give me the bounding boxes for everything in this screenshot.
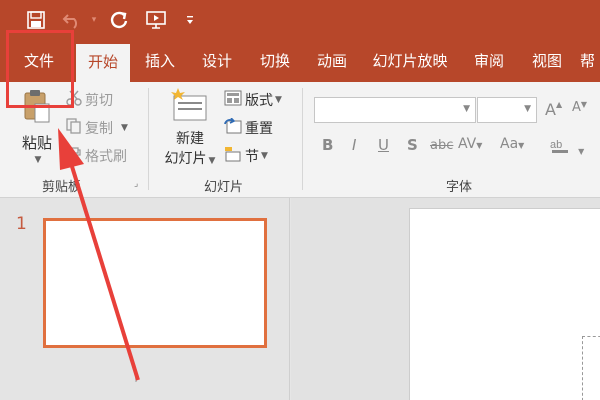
increase-font-button[interactable]: A ▲ [545,100,562,119]
change-case-button[interactable]: Aa▼ [500,136,524,152]
eraser-icon: ab [548,139,578,158]
copy-label: 复制 [85,121,113,137]
svg-text:ab: ab [550,139,562,151]
new-slide-label-line1: 新建 [176,131,204,147]
layout-label: 版式 [245,93,273,109]
chevron-down-icon: ▼ [34,155,42,165]
chevron-down-icon: ▼ [275,95,282,105]
decrease-font-button[interactable]: A ▼ [572,100,587,115]
group-divider [148,88,149,190]
highlight-box [6,30,74,108]
font-size-field[interactable]: ▼ [477,97,537,123]
tab-view[interactable]: 视图 [522,40,572,82]
slideshow-icon[interactable] [142,6,172,34]
layout-button[interactable]: 版式 ▼ [224,90,282,110]
italic-button[interactable]: I [352,136,356,154]
slides-group-label: 幻灯片 [204,180,244,195]
section-button[interactable]: 节 ▼ [224,146,268,166]
reset-button[interactable]: 重置 [224,117,273,138]
chevron-down-icon: ▼ [121,123,128,133]
format-painter-label: 格式刷 [85,149,127,165]
tab-review[interactable]: 审阅 [464,40,514,82]
ribbon: 粘贴 ▼ 剪切 复制 ▼ 格式刷 剪贴板 ⌟ 新建 幻灯片 ▼ 版式 ▼ 重置 … [0,82,600,198]
thumbnail-scrollbar[interactable] [135,372,137,382]
tab-home[interactable]: 开始 [76,44,130,82]
customize-icon[interactable] [182,6,198,34]
new-slide-icon [170,88,210,128]
chevron-down-icon: ▼ [261,151,268,161]
chevron-down-icon: ▼ [463,104,470,114]
underline-button[interactable]: U [378,136,389,154]
clipboard-group-label: 剪贴板 [42,180,82,195]
font-name-field[interactable]: ▼ [314,97,476,123]
paste-label: 粘贴 [21,134,52,152]
tab-animations[interactable]: 动画 [307,40,357,82]
slide-canvas[interactable] [409,208,600,400]
dialog-launcher-icon[interactable]: ⌟ [134,179,138,189]
redo-icon[interactable] [106,6,132,34]
copy-icon [66,118,82,138]
slide-number: 1 [16,214,27,234]
layout-icon [224,90,242,110]
font-group-label: 字体 [446,180,473,195]
reset-icon [224,117,242,138]
tab-transitions[interactable]: 切换 [250,40,300,82]
ribbon-tabs: 文件 开始 插入 设计 切换 动画 幻灯片放映 审阅 视图 帮 [0,40,600,82]
brush-icon [66,146,82,166]
undo-dropdown-icon[interactable]: ▾ [88,6,100,34]
cut-label: 剪切 [85,93,113,109]
new-slide-button[interactable]: 新建 幻灯片 ▼ [162,88,218,168]
format-painter-button[interactable]: 格式刷 [66,146,127,166]
tab-slideshow[interactable]: 幻灯片放映 [364,40,456,82]
section-icon [224,146,242,166]
chevron-down-icon: ▼ [524,104,531,114]
tab-help[interactable]: 帮 [580,40,600,82]
reset-label: 重置 [245,121,273,137]
clear-format-button[interactable]: ab ▼ [548,136,584,158]
bold-button[interactable]: B [322,136,333,154]
title-placeholder[interactable] [582,336,600,400]
char-spacing-button[interactable]: AV▼ [458,136,482,152]
shadow-button[interactable]: S [407,136,418,154]
tab-design[interactable]: 设计 [192,40,242,82]
copy-button[interactable]: 复制 ▼ [66,118,128,138]
group-divider [302,88,303,190]
strikethrough-button[interactable]: abc [430,138,453,153]
slide-thumbnail[interactable] [43,218,267,348]
new-slide-label-line2: 幻灯片 ▼ [164,151,216,167]
section-label: 节 [245,149,259,165]
title-bar: ▾ [0,0,600,40]
tab-insert[interactable]: 插入 [136,40,184,82]
